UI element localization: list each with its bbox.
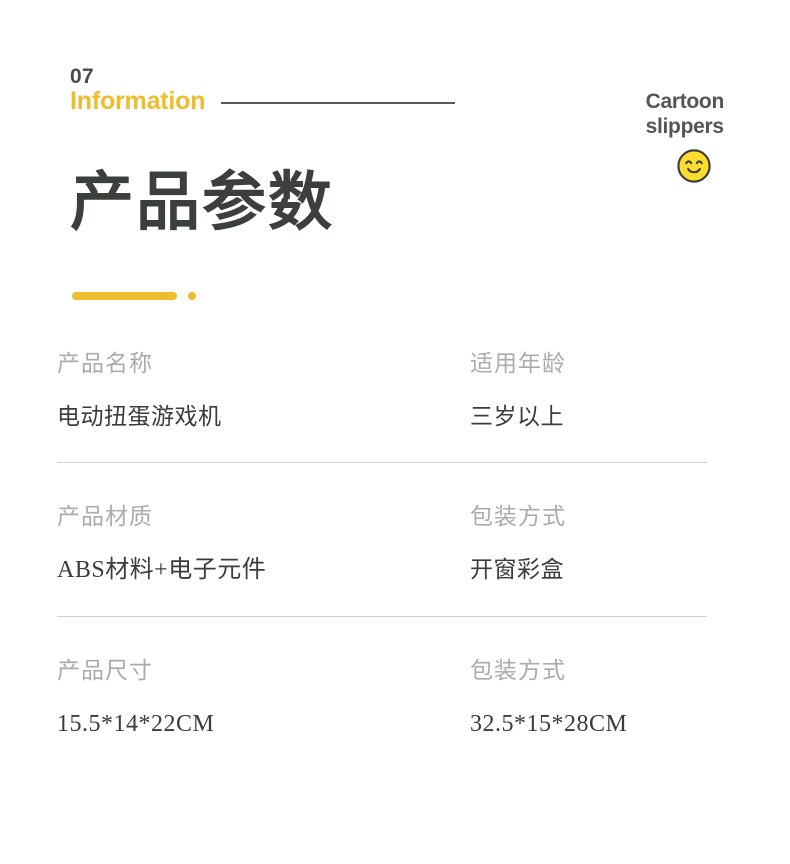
table-row: 产品尺寸 15.5*14*22CM 包装方式 32.5*15*28CM bbox=[57, 617, 707, 770]
spec-cell-product-name: 产品名称 电动扭蛋游戏机 bbox=[57, 352, 470, 428]
accent-bar bbox=[72, 292, 177, 300]
emoji-container bbox=[646, 148, 724, 184]
spec-cell-package-size: 包装方式 32.5*15*28CM bbox=[470, 657, 707, 737]
spec-label: 适用年龄 bbox=[470, 350, 566, 376]
spec-table: 产品名称 电动扭蛋游戏机 适用年龄 三岁以上 产品材质 ABS材料+电子元件 包… bbox=[57, 352, 707, 770]
title-accent bbox=[72, 292, 196, 300]
spec-value: 32.5*15*28CM bbox=[470, 711, 628, 737]
section-name: Information bbox=[70, 87, 206, 115]
brand-label-line2: slippers bbox=[645, 114, 724, 138]
section-number: 07 bbox=[70, 65, 94, 88]
brand-label-line1: Cartoon bbox=[645, 90, 725, 113]
spec-value: 三岁以上 bbox=[470, 403, 564, 429]
product-spec-page: 07 Information Cartoon slippers 产品参数 产品名… bbox=[0, 0, 790, 864]
spec-label: 包装方式 bbox=[470, 657, 566, 683]
spec-cell-packaging: 包装方式 开窗彩盒 bbox=[470, 505, 707, 582]
spec-value: ABS材料+电子元件 bbox=[57, 557, 267, 583]
accent-dot bbox=[188, 292, 196, 300]
spec-cell-material: 产品材质 ABS材料+电子元件 bbox=[57, 503, 470, 583]
spec-cell-age-range: 适用年龄 三岁以上 bbox=[470, 352, 707, 428]
spec-label: 产品材质 bbox=[57, 503, 153, 529]
spec-value: 开窗彩盒 bbox=[470, 556, 564, 582]
spec-label: 包装方式 bbox=[470, 503, 566, 529]
spec-label: 产品名称 bbox=[57, 350, 153, 376]
page-title: 产品参数 bbox=[70, 166, 334, 238]
spec-value: 15.5*14*22CM bbox=[57, 711, 215, 737]
table-row: 产品名称 电动扭蛋游戏机 适用年龄 三岁以上 bbox=[57, 352, 707, 463]
spec-value: 电动扭蛋游戏机 bbox=[57, 403, 222, 429]
spec-cell-product-size: 产品尺寸 15.5*14*22CM bbox=[57, 657, 470, 737]
spec-label: 产品尺寸 bbox=[57, 657, 153, 683]
section-header-text: 07 Information bbox=[70, 66, 205, 114]
section-header: 07 Information bbox=[70, 66, 456, 114]
table-row: 产品材质 ABS材料+电子元件 包装方式 开窗彩盒 bbox=[57, 463, 707, 617]
brand-label: Cartoon slippers bbox=[646, 90, 724, 184]
smiling-face-emoji bbox=[677, 148, 711, 183]
header-rule-divider bbox=[221, 102, 456, 104]
